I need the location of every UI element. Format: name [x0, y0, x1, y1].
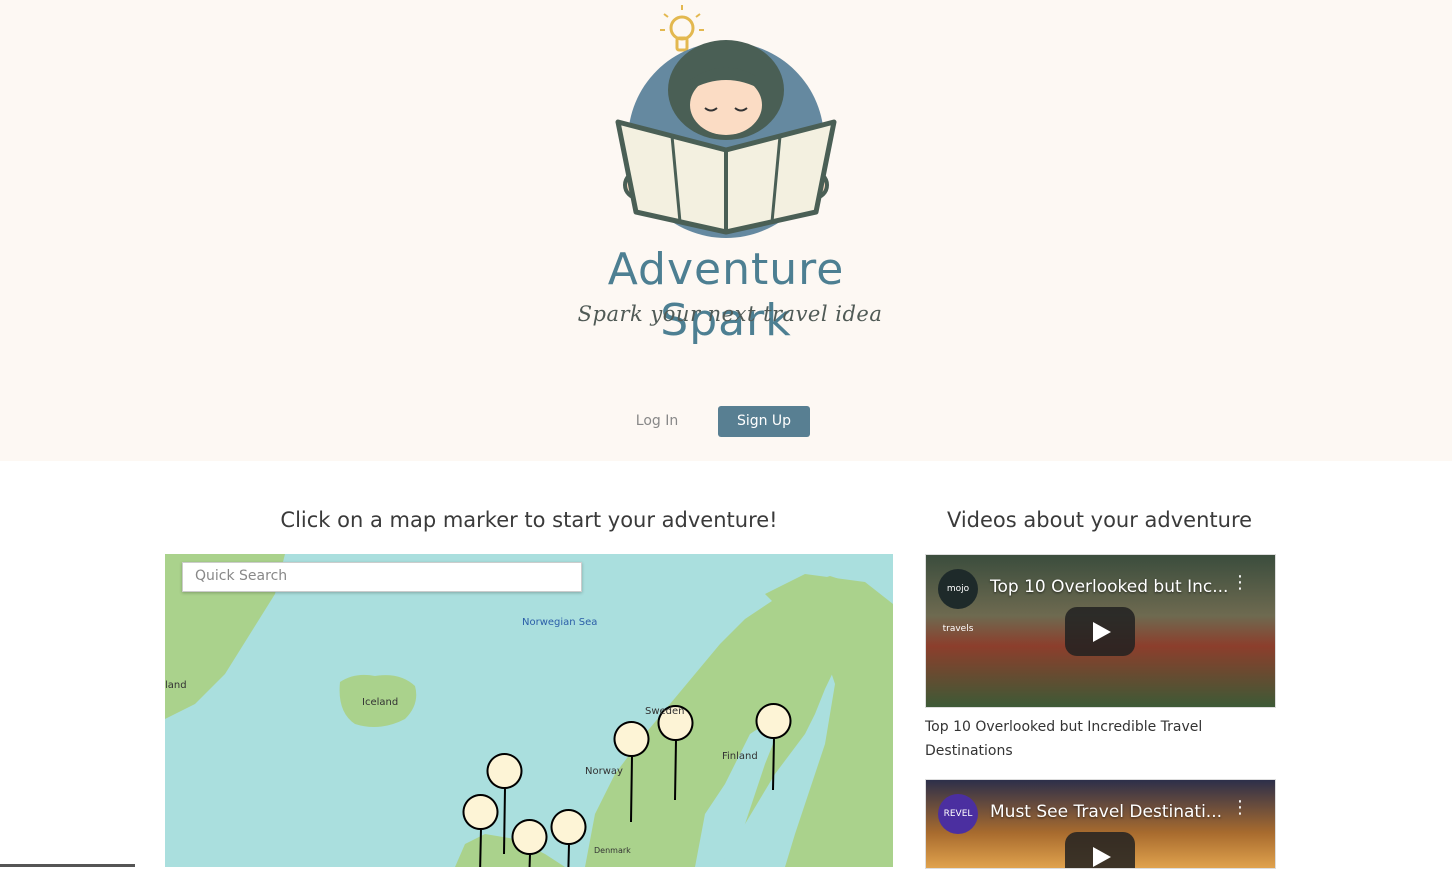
map-label-sweden: Sweden: [645, 706, 685, 717]
brand-name: Adventure Spark: [607, 244, 845, 346]
videos-section-heading: Videos about your adventure: [946, 508, 1253, 532]
quick-search-box[interactable]: [182, 562, 582, 592]
lightbulb-icon: [660, 5, 704, 52]
video-title[interactable]: Must See Travel Destinati...: [990, 802, 1222, 822]
signup-button[interactable]: Sign Up: [718, 406, 810, 437]
map-section-heading: Click on a map marker to start your adve…: [280, 508, 778, 532]
brand-tagline: Spark your next travel idea: [577, 302, 883, 326]
map-label-norway: Norway: [585, 766, 623, 777]
map-label-finland: Finland: [722, 751, 758, 762]
channel-avatar[interactable]: mojo travels: [938, 569, 978, 634]
video-caption-1[interactable]: Top 10 Overlooked but Incredible Travel …: [925, 715, 1274, 763]
map-label-iceland: Iceland: [362, 697, 399, 708]
more-options-icon[interactable]: ⋮: [1231, 574, 1249, 592]
video-title[interactable]: Top 10 Overlooked but Inc...: [990, 577, 1228, 597]
map-label-greenland: land: [165, 680, 187, 691]
video-player-1[interactable]: mojo travels Top 10 Overlooked but Inc..…: [925, 554, 1276, 708]
channel-avatar[interactable]: REVEL: [938, 794, 978, 834]
site-header: Adventure Spark Spark your next travel i…: [0, 0, 1452, 461]
play-icon[interactable]: [1065, 607, 1135, 656]
more-options-icon[interactable]: ⋮: [1231, 799, 1249, 817]
map-label-denmark: Denmark: [594, 846, 631, 855]
video-player-2[interactable]: REVEL Must See Travel Destinati... ⋮: [925, 779, 1276, 869]
quick-search-input[interactable]: [183, 563, 565, 589]
map-tiles: [165, 554, 893, 867]
adventure-map[interactable]: Norwegian Sea Iceland Sweden Norway Finl…: [165, 554, 893, 867]
play-icon[interactable]: [1065, 832, 1135, 868]
login-link[interactable]: Log In: [627, 406, 687, 437]
map-label-norwegian-sea: Norwegian Sea: [522, 617, 598, 628]
